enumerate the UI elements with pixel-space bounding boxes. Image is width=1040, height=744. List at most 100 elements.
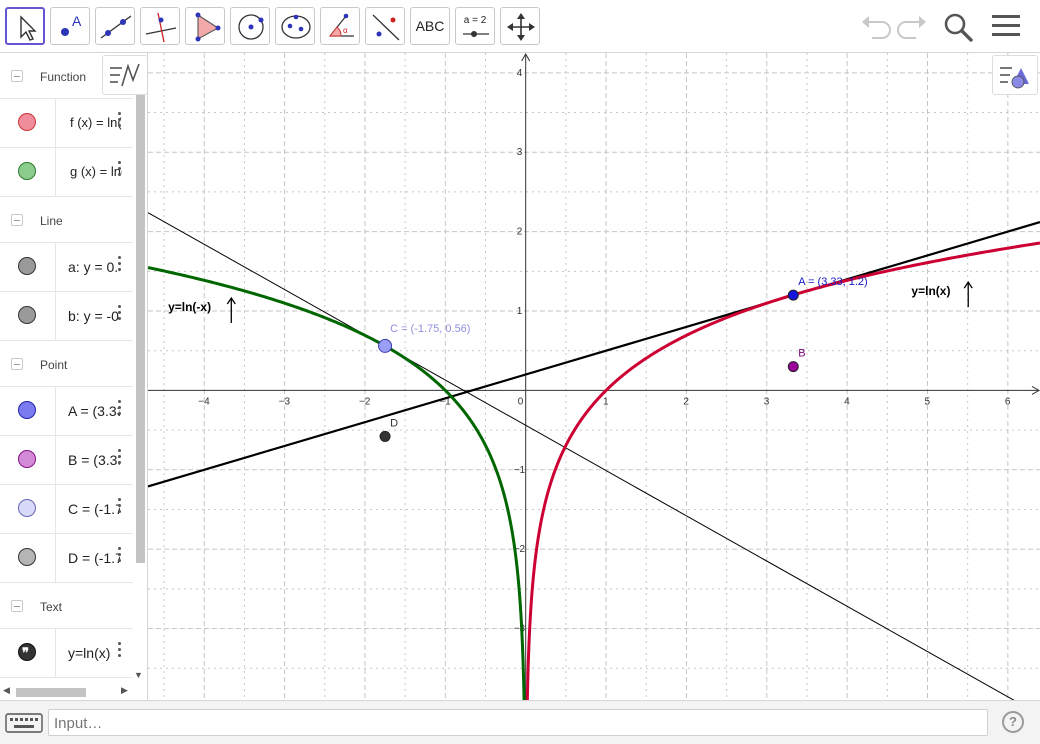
slider-tool[interactable]: a = 2 (455, 7, 495, 45)
visibility-marker-f[interactable] (18, 113, 36, 131)
graphics-style-button[interactable] (992, 55, 1038, 95)
definition-b[interactable]: b: y = -0.5 (68, 308, 120, 324)
collapse-icon[interactable] (11, 70, 23, 82)
text-object[interactable]: y=ln(-x) (168, 300, 211, 314)
collapse-icon[interactable] (11, 214, 23, 226)
algebra-item-a[interactable]: a: y = 0.33 (0, 243, 133, 292)
point-B[interactable] (787, 361, 799, 373)
move-arrows-icon (507, 13, 535, 41)
perpendicular-line-icon (145, 12, 177, 43)
text-object[interactable]: y=ln(x) (911, 284, 950, 298)
point-A[interactable] (787, 289, 799, 301)
circle-tool[interactable] (230, 7, 270, 45)
visibility-marker-a[interactable] (18, 257, 36, 275)
x-tick-label: −3 (279, 396, 291, 407)
item-menu-icon[interactable] (116, 449, 122, 469)
graphics-style-icon (1000, 67, 1029, 89)
definition-g[interactable]: g (x) = ln( (70, 164, 122, 179)
keyboard-button[interactable] (4, 711, 44, 737)
y-tick-label: 4 (517, 68, 523, 79)
item-menu-icon[interactable] (116, 161, 122, 181)
definition-A[interactable]: A = (3.33 (68, 403, 120, 419)
collapse-icon[interactable] (11, 358, 23, 370)
undo-button[interactable] (858, 10, 894, 44)
definition-f[interactable]: f (x) = ln( (70, 115, 122, 130)
input-placeholder: Input… (54, 715, 103, 732)
hamburger-menu-icon (992, 15, 1020, 36)
main-menu-button[interactable] (988, 10, 1024, 44)
definition-B[interactable]: B = (3.33 (68, 452, 120, 468)
item-menu-icon[interactable] (116, 305, 122, 325)
help-button[interactable]: ? (1002, 711, 1024, 733)
item-menu-icon[interactable] (116, 547, 122, 567)
visibility-marker-A[interactable] (18, 401, 36, 419)
definition-C[interactable]: C = (-1.75 (68, 501, 120, 517)
x-tick-label: 2 (683, 396, 689, 407)
slider-icon (463, 31, 489, 37)
move-graphics-view-tool[interactable] (500, 7, 540, 45)
group-text[interactable]: Text (0, 583, 133, 629)
line-tool[interactable] (95, 7, 135, 45)
toolbar: A α ABC a = 2 (0, 0, 1040, 53)
scroll-left-arrow-icon[interactable]: ◀ (3, 685, 10, 696)
arrow-cursor-icon (20, 15, 37, 41)
horizontal-scrollbar-track[interactable]: ◀ ▶ (0, 683, 133, 700)
definition-D[interactable]: D = (-1.75 (68, 550, 120, 566)
angle-tool[interactable]: α (320, 7, 360, 45)
search-button[interactable] (940, 10, 976, 44)
x-tick-label: 4 (844, 396, 850, 407)
point-D[interactable] (379, 430, 391, 442)
ellipse-tool[interactable] (275, 7, 315, 45)
item-menu-icon[interactable] (116, 400, 122, 420)
ellipse-icon (281, 14, 311, 39)
algebra-item-text1[interactable]: ❞ y=ln(x) (0, 629, 133, 678)
text-tool[interactable]: ABC (410, 7, 450, 45)
group-title: Function (40, 70, 87, 84)
group-title: Text (40, 600, 63, 614)
point-tool[interactable]: A (50, 7, 90, 45)
definition-text1[interactable]: y=ln(x) (68, 645, 114, 661)
scroll-down-arrow-icon[interactable]: ▼ (134, 670, 143, 680)
visibility-marker-B[interactable] (18, 450, 36, 468)
item-menu-icon[interactable] (116, 112, 122, 132)
algebra-item-D[interactable]: D = (-1.75 (0, 534, 133, 583)
visibility-marker-g[interactable] (18, 162, 36, 180)
graphics-view[interactable]: −4 −3 −2 −1 0 1 2 3 4 5 6 −3 −2 −1 1 2 3 4 A = (3.33, 1.2)… (148, 53, 1040, 700)
horizontal-scrollbar[interactable] (16, 688, 86, 697)
group-title: Point (40, 358, 68, 372)
collapse-icon[interactable] (11, 600, 23, 612)
algebra-style-button[interactable] (102, 55, 147, 95)
perpendicular-line-tool[interactable] (140, 7, 180, 45)
redo-icon (897, 16, 926, 39)
algebra-item-B[interactable]: B = (3.33 (0, 436, 133, 485)
algebra-item-g[interactable]: g (x) = ln( (0, 148, 133, 197)
visibility-marker-C[interactable] (18, 499, 36, 517)
algebra-item-f[interactable]: f (x) = ln( (0, 99, 133, 148)
item-menu-icon[interactable] (116, 256, 122, 276)
quote-icon[interactable]: ❞ (18, 643, 36, 661)
point-C[interactable] (378, 338, 393, 353)
group-line[interactable]: Line (0, 197, 133, 243)
definition-a[interactable]: a: y = 0.33 (68, 259, 120, 275)
redo-button[interactable] (894, 10, 930, 44)
x-tick-label: −2 (359, 396, 371, 407)
polygon-tool[interactable] (185, 7, 225, 45)
move-tool[interactable] (5, 7, 45, 45)
item-menu-icon[interactable] (116, 642, 122, 662)
group-title: Line (40, 214, 63, 228)
line-b (148, 212, 1015, 700)
reflect-tool[interactable] (365, 7, 405, 45)
graphics-canvas[interactable]: −4 −3 −2 −1 0 1 2 3 4 5 6−3−2−11234A = (3.33, 1.2)… (148, 53, 1040, 700)
input-field[interactable]: Input… (48, 709, 988, 736)
algebra-item-C[interactable]: C = (-1.75 (0, 485, 133, 534)
visibility-marker-b[interactable] (18, 306, 36, 324)
algebra-view: Function f (x) = ln( g (x) = ln( Line a:… (0, 53, 148, 700)
item-menu-icon[interactable] (116, 498, 122, 518)
visibility-marker-D[interactable] (18, 548, 36, 566)
scroll-right-arrow-icon[interactable]: ▶ (121, 685, 128, 696)
vertical-scrollbar[interactable] (136, 95, 145, 563)
algebra-item-A[interactable]: A = (3.33 (0, 387, 133, 436)
group-point[interactable]: Point (0, 341, 133, 387)
angle-icon: α (328, 13, 354, 37)
algebra-item-b[interactable]: b: y = -0.5 (0, 292, 133, 341)
